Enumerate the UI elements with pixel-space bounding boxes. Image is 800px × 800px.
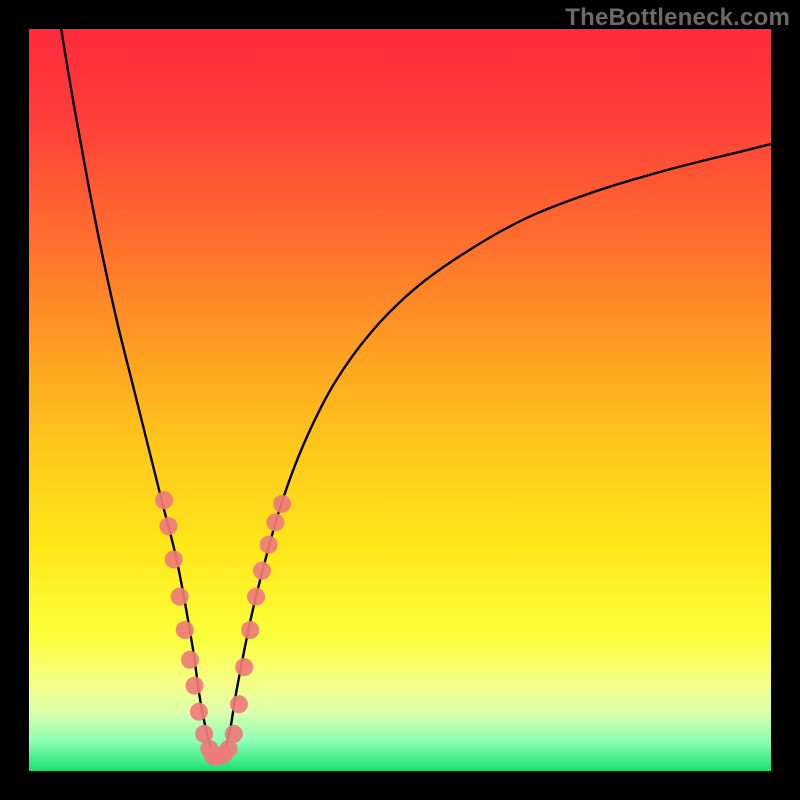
chart-frame: TheBottleneck.com bbox=[0, 0, 800, 800]
marker-dot bbox=[225, 725, 243, 743]
marker-dot bbox=[185, 677, 203, 695]
marker-dot bbox=[273, 495, 291, 513]
marker-dot bbox=[260, 536, 278, 554]
marker-dot bbox=[160, 517, 178, 535]
curve-layer bbox=[29, 29, 771, 771]
marker-dot bbox=[235, 658, 253, 676]
marker-dot bbox=[181, 651, 199, 669]
marker-dot bbox=[230, 695, 248, 713]
marker-dot bbox=[253, 562, 271, 580]
marker-dot bbox=[171, 588, 189, 606]
marker-dot bbox=[155, 491, 173, 509]
marker-dot bbox=[241, 621, 259, 639]
watermark-text: TheBottleneck.com bbox=[565, 4, 790, 32]
plot-area bbox=[29, 29, 771, 771]
marker-dot bbox=[190, 703, 208, 721]
marker-dot bbox=[165, 551, 183, 569]
marker-dot bbox=[176, 621, 194, 639]
marker-dot bbox=[266, 513, 284, 531]
bottleneck-curve bbox=[59, 29, 771, 759]
marker-group bbox=[155, 491, 291, 765]
marker-dot bbox=[247, 588, 265, 606]
